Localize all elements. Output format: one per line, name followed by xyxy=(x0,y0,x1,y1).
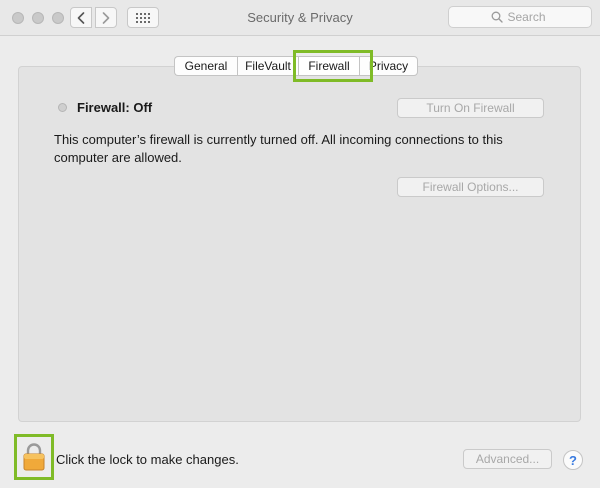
help-button[interactable]: ? xyxy=(563,450,583,470)
firewall-status-indicator xyxy=(58,103,67,112)
firewall-description: This computer’s firewall is currently tu… xyxy=(54,132,503,165)
turn-on-firewall-button[interactable]: Turn On Firewall xyxy=(397,98,544,118)
firewall-options-button[interactable]: Firewall Options... xyxy=(397,177,544,197)
firewall-panel xyxy=(18,66,581,422)
advanced-button[interactable]: Advanced... xyxy=(463,449,552,469)
tab-general[interactable]: General xyxy=(174,56,237,76)
lock-button[interactable] xyxy=(14,434,54,480)
search-icon xyxy=(491,11,503,23)
search-input[interactable] xyxy=(507,10,550,24)
search-field[interactable] xyxy=(448,6,592,28)
firewall-status-label: Firewall: Off xyxy=(77,100,153,115)
lock-icon xyxy=(23,443,45,471)
lock-message: Click the lock to make changes. xyxy=(56,452,239,467)
title-bar: Security & Privacy xyxy=(0,0,600,36)
preferences-window: Security & Privacy General FileVault Fir… xyxy=(0,0,600,488)
firewall-tab-highlight xyxy=(293,50,373,82)
tab-filevault[interactable]: FileVault xyxy=(237,56,298,76)
